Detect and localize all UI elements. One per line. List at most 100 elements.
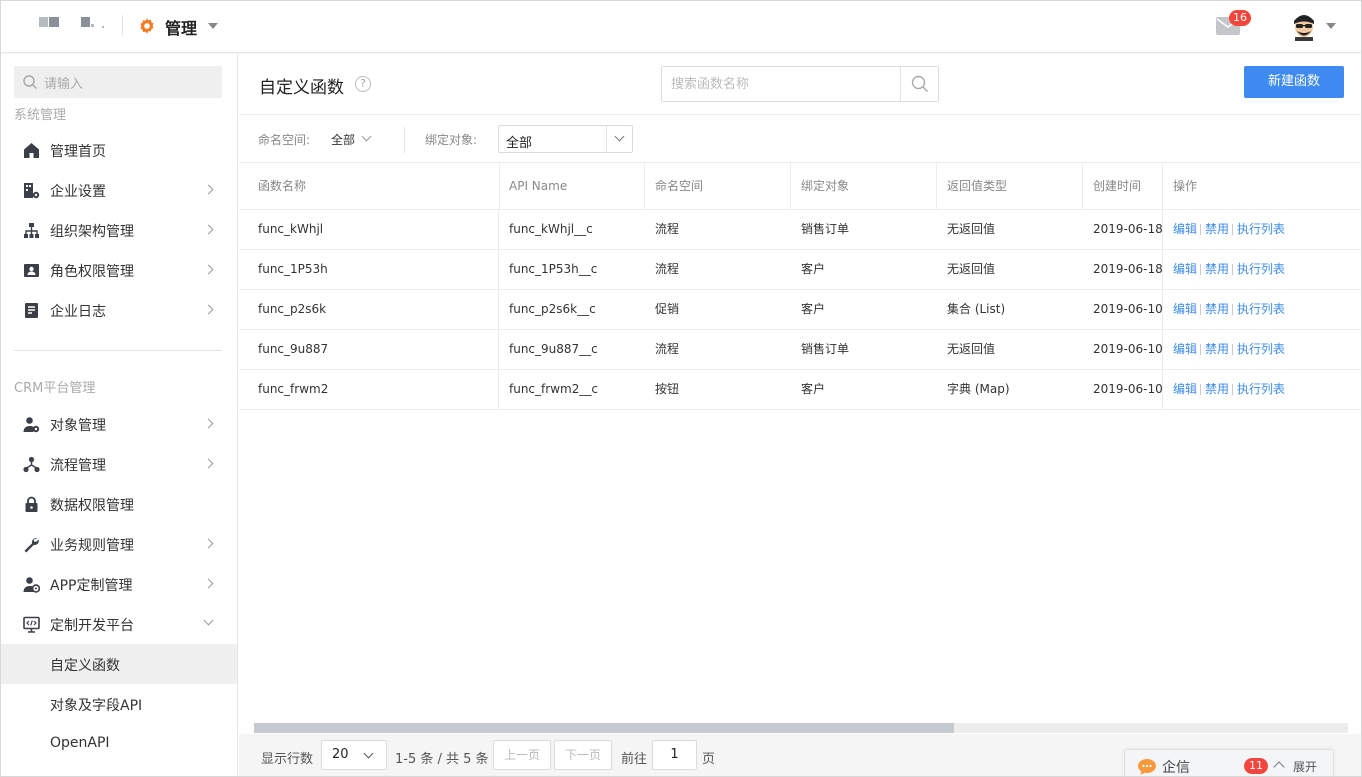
table-cell: 集合 (List)	[947, 302, 1006, 316]
chevron-down-icon[interactable]	[361, 131, 372, 142]
logo[interactable]	[39, 17, 109, 31]
sidebar-item-enterprise-settings[interactable]: 企业设置	[1, 170, 237, 210]
table-cell: 流程	[655, 342, 680, 356]
messenger-unread-badge: 11	[1244, 758, 1268, 774]
group-label-system: 系统管理	[14, 108, 67, 123]
table-cell: func_p2s6k__c	[509, 302, 596, 316]
binding-filter-label: 绑定对象:	[425, 133, 478, 147]
disable-link[interactable]: 禁用	[1205, 382, 1229, 396]
edit-link[interactable]: 编辑	[1173, 222, 1197, 236]
disable-link[interactable]: 禁用	[1205, 222, 1229, 236]
chevron-down-icon	[614, 131, 625, 142]
sidebar-item-process-management[interactable]: 流程管理	[1, 444, 237, 484]
caret-down-icon[interactable]	[1326, 23, 1336, 29]
column-header: 返回值类型	[937, 163, 1083, 210]
avatar[interactable]	[1291, 13, 1317, 41]
group-label-crm: CRM平台管理	[14, 381, 96, 396]
mail-count-badge: 16	[1229, 10, 1251, 26]
sidebar-item-admin-home[interactable]: 管理首页	[1, 130, 237, 170]
sidebar-item-label: 企业日志	[50, 304, 106, 320]
flow-icon	[23, 456, 40, 473]
sidebar-item-label: 组织架构管理	[50, 224, 134, 240]
table-cell: 客户	[801, 262, 826, 276]
messenger-bar[interactable]: 企信 11 展开	[1124, 749, 1334, 776]
record-range: 1-5 条 / 共 5 条	[395, 752, 489, 767]
chevron-right-icon	[203, 418, 214, 429]
chat-bubble-icon	[1138, 759, 1156, 775]
select-toggle[interactable]	[606, 126, 632, 152]
sidebar-item-label: OpenAPI	[50, 735, 110, 751]
sidebar-item-data-permissions[interactable]: 数据权限管理	[1, 484, 237, 524]
sidebar-item-business-rules[interactable]: 业务规则管理	[1, 524, 237, 564]
column-header: 绑定对象	[791, 163, 937, 210]
scrollbar-thumb[interactable]	[254, 723, 955, 733]
sidebar-search-input[interactable]: 请输入	[14, 66, 222, 98]
sidebar-item-role-permissions[interactable]: 角色权限管理	[1, 250, 237, 290]
sidebar-item-enterprise-log[interactable]: 企业日志	[1, 290, 237, 330]
page-number-input[interactable]: 1	[652, 740, 697, 770]
action-separator	[1232, 384, 1233, 395]
table-row: func_p2s6k func_p2s6k__c 促销 客户 集合 (List) 2019…	[239, 290, 1361, 330]
table-cell: func_kWhjl	[248, 210, 499, 249]
table-cell: func_frwm2__c	[509, 382, 598, 396]
app-title[interactable]: 管理	[165, 15, 197, 39]
execution-list-link[interactable]: 执行列表	[1237, 262, 1285, 276]
execution-list-link[interactable]: 执行列表	[1237, 342, 1285, 356]
horizontal-scrollbar[interactable]	[254, 723, 1348, 733]
sidebar-item-object-management[interactable]: 对象管理	[1, 404, 237, 444]
edit-link[interactable]: 编辑	[1173, 302, 1197, 316]
table-cell: 客户	[801, 302, 826, 316]
function-search-input[interactable]	[662, 67, 900, 101]
table-cell: 无返回值	[947, 222, 996, 236]
edit-link[interactable]: 编辑	[1173, 382, 1197, 396]
search-placeholder: 请输入	[44, 77, 84, 92]
execution-list-link[interactable]: 执行列表	[1237, 382, 1285, 396]
prev-page-button[interactable]: 上一页	[493, 740, 551, 770]
sidebar-item-label: 角色权限管理	[50, 264, 134, 280]
chevron-down-icon	[203, 615, 214, 626]
caret-down-icon[interactable]	[208, 23, 218, 29]
sidebar-item-org-structure[interactable]: 组织架构管理	[1, 210, 237, 250]
filter-bar: 命名空间: 全部 绑定对象: 全部	[239, 114, 1361, 162]
table-cell: 2019-06-18 2	[1093, 222, 1163, 236]
binding-object-select[interactable]: 全部	[498, 125, 633, 153]
execution-list-link[interactable]: 执行列表	[1237, 302, 1285, 316]
disable-link[interactable]: 禁用	[1205, 262, 1229, 276]
table-cell: 无返回值	[947, 342, 996, 356]
namespace-filter-value[interactable]: 全部	[331, 131, 355, 148]
help-icon[interactable]: ?	[355, 76, 371, 92]
execution-list-link[interactable]: 执行列表	[1237, 222, 1285, 236]
page-size-select[interactable]: 20	[321, 740, 387, 770]
table-cell: 流程	[655, 262, 680, 276]
column-header: 函数名称	[248, 163, 500, 210]
table-cell: func_1P53h	[248, 250, 499, 289]
table-cell: 按钮	[655, 382, 680, 396]
edit-link[interactable]: 编辑	[1173, 262, 1197, 276]
sidebar-item-label: 管理首页	[50, 144, 106, 160]
chevron-up-icon	[1273, 761, 1285, 773]
edit-link[interactable]: 编辑	[1173, 342, 1197, 356]
sidebar: 系统管理 请输入 管理首页 企业设置 组织架构管理 角色权限管理 企业日志 CR…	[1, 54, 238, 776]
top-bar: 管理 16	[1, 1, 1361, 53]
expand-button[interactable]: 展开	[1293, 758, 1317, 775]
next-page-button[interactable]: 下一页	[554, 740, 612, 770]
disable-link[interactable]: 禁用	[1205, 342, 1229, 356]
column-header: 操作	[1173, 179, 1198, 193]
table-cell: 无返回值	[947, 262, 996, 276]
sidebar-item-custom-functions[interactable]: 自定义函数	[1, 644, 237, 684]
table-cell: 2019-06-10 1	[1093, 342, 1163, 356]
search-button[interactable]	[900, 67, 938, 101]
disable-link[interactable]: 禁用	[1205, 302, 1229, 316]
table-header: 函数名称 API Name 命名空间 绑定对象 返回值类型 创建时间 操作	[239, 162, 1361, 210]
document-icon	[25, 303, 38, 318]
sidebar-item-openapi[interactable]: OpenAPI	[1, 724, 237, 764]
table-cell: 销售订单	[801, 222, 850, 236]
building-settings-icon	[24, 183, 40, 199]
binding-select-value: 全部	[506, 136, 533, 151]
new-function-button[interactable]: 新建函数	[1244, 66, 1344, 98]
sidebar-item-object-field-api[interactable]: 对象及字段API	[1, 684, 237, 724]
sidebar-item-app-customization[interactable]: APP定制管理	[1, 564, 237, 604]
sidebar-item-custom-dev-platform[interactable]: 定制开发平台	[1, 604, 237, 644]
org-chart-icon	[24, 223, 39, 238]
table-cell: func_9u887__c	[509, 342, 598, 356]
